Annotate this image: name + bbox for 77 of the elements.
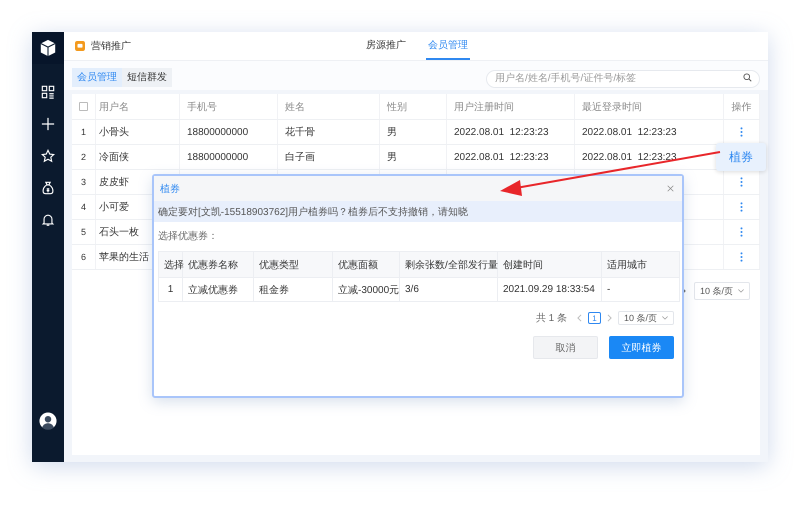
search-icon[interactable] (743, 72, 752, 82)
table-cell: 18800000000 (187, 152, 248, 162)
column-header: 性别 (387, 100, 407, 114)
row-index: 4 (80, 202, 86, 212)
column-header: 最近登录时间 (582, 100, 642, 114)
action-popover[interactable]: 植券 (716, 143, 766, 171)
bell-icon[interactable] (41, 213, 55, 227)
column-header: 选择 (164, 258, 184, 272)
page-size-select[interactable]: 10 条/页 (694, 282, 750, 300)
more-icon[interactable] (740, 227, 743, 237)
cube-icon (39, 39, 57, 57)
table-cell: 2022.08.01 12:23:23 (454, 152, 549, 162)
avatar[interactable] (39, 412, 57, 430)
row-index: 2 (80, 152, 86, 162)
more-icon[interactable] (740, 177, 743, 187)
table-cell: 1 (168, 284, 174, 295)
more-icon[interactable] (740, 202, 743, 212)
star-icon[interactable] (41, 149, 55, 163)
confirm-button[interactable]: 立即植券 (609, 336, 674, 359)
sub-tab[interactable]: 会员管理 (72, 68, 122, 86)
table-cell-text: 苹果的生活 (99, 250, 149, 264)
dialog-title: 植券 (160, 182, 180, 196)
column-header: 用户注册时间 (454, 100, 514, 114)
table-cell-text: 皮皮虾 (99, 176, 129, 189)
table-cell-text: 石头一枚 (99, 226, 139, 239)
table-cell-text: 冷面侠 (99, 150, 129, 164)
total-count: 共 1 条 (536, 312, 567, 325)
row-index: 6 (80, 252, 86, 262)
money-bag-icon[interactable] (41, 181, 55, 195)
table-cell-text: 立减优惠券 (188, 284, 238, 296)
chevron-left-icon[interactable] (576, 314, 582, 322)
dashboard-icon[interactable] (41, 85, 55, 99)
column-header: 姓名 (285, 100, 305, 114)
table-cell-text: 小可爱 (99, 200, 129, 214)
table-cell: 18800000000 (187, 126, 248, 138)
more-icon[interactable] (740, 127, 743, 137)
table-cell: 2021.09.29 18:33:54 (503, 284, 595, 295)
column-header: 用户名 (99, 100, 129, 114)
close-icon[interactable] (667, 185, 674, 192)
top-tab[interactable]: 房源推广 (364, 32, 408, 60)
table-cell-text: 租金券 (259, 284, 289, 296)
table-cell: 2022.08.01 12:23:23 (582, 126, 677, 138)
page-button[interactable]: 1 (588, 312, 601, 324)
column-header: 优惠券名称 (188, 258, 238, 272)
sub-tab[interactable]: 短信群发 (122, 68, 172, 86)
caret-icon (738, 289, 744, 293)
row-index: 1 (80, 127, 86, 137)
table-cell-text: 男 (387, 151, 397, 164)
more-icon[interactable] (740, 252, 743, 262)
table-cell-text: 白子画 (285, 151, 315, 164)
column-header: 手机号 (187, 100, 217, 114)
row-index: 5 (80, 227, 86, 237)
search-field[interactable]: 用户名/姓名/手机号/证件号/标签 (486, 70, 760, 88)
coupon-prompt: 选择优惠券： (157, 230, 219, 244)
table-cell-text: 花千骨 (285, 126, 315, 139)
table-cell-text: 小骨头 (99, 126, 129, 139)
table-cell-text: 立减-30000元 (338, 284, 400, 296)
notice-text: 确定要对[文凯-15518903762]用户植券吗？植券后不支持撤销，请知晓 (158, 206, 468, 218)
column-header: 适用城市 (607, 258, 647, 272)
caret-icon (662, 316, 668, 320)
column-header: 优惠类型 (259, 258, 299, 272)
table-cell: 2022.08.01 12:23:23 (454, 126, 549, 138)
column-header: 操作 (732, 100, 752, 114)
table-cell: - (607, 284, 610, 295)
checkbox[interactable] (79, 102, 88, 111)
column-header: 创建时间 (503, 258, 543, 272)
row-index: 3 (80, 177, 86, 187)
table-cell: 2022.08.01 12:23:23 (582, 152, 677, 162)
app-title: 营销推广 (91, 40, 131, 53)
app-icon (75, 41, 85, 51)
page-size-select[interactable]: 10 条/页 (618, 311, 674, 325)
column-header: 优惠面额 (338, 258, 378, 272)
plus-icon[interactable] (41, 117, 55, 131)
table-cell-text: 男 (387, 126, 397, 139)
table-cell: 3/6 (405, 284, 419, 295)
column-header: 剩余张数/全部发行量 (405, 258, 498, 272)
cancel-button[interactable]: 取消 (533, 336, 598, 359)
